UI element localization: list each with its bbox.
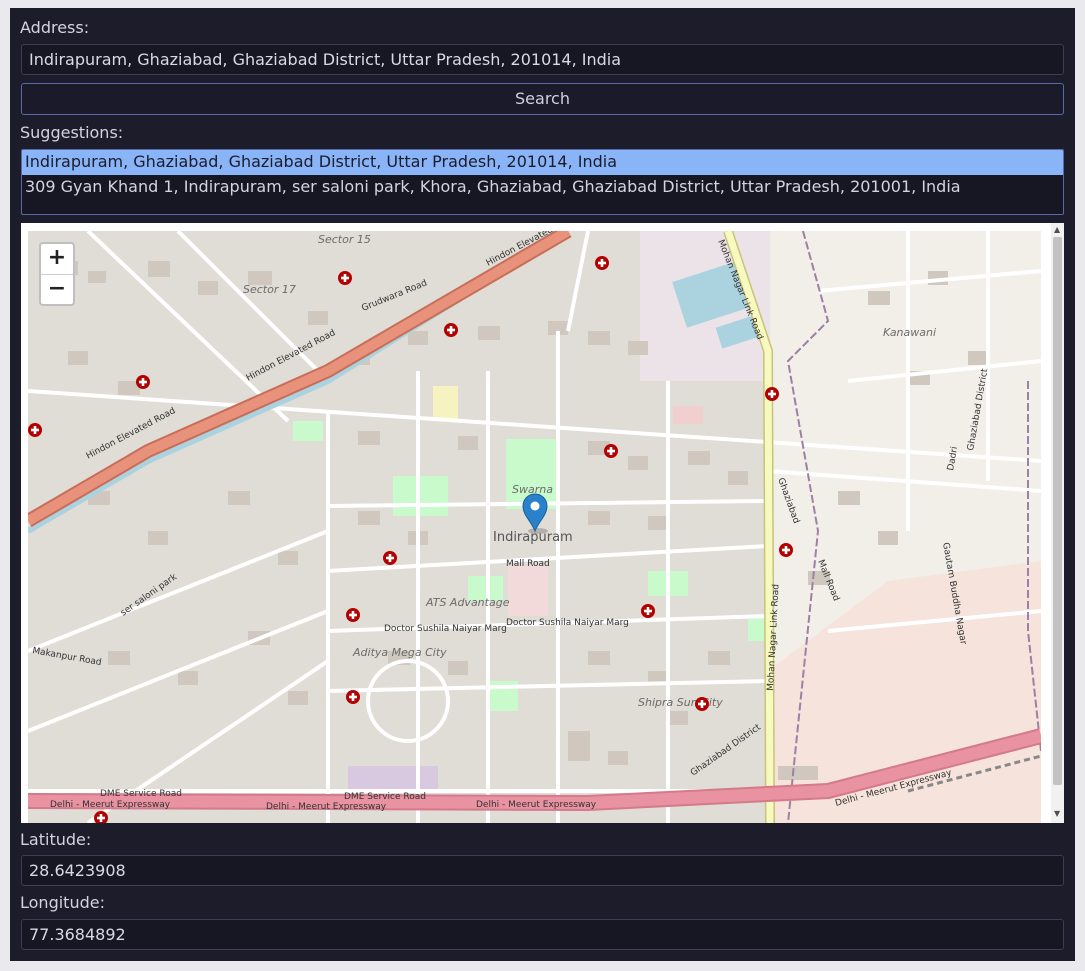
label-dme-service-road-2: DME Service Road	[344, 792, 426, 802]
label-expressway-1: Delhi - Meerut Expressway	[50, 800, 171, 810]
label-sector-15: Sector 15	[318, 233, 371, 246]
suggestion-option[interactable]: Indirapuram, Ghaziabad, Ghaziabad Distri…	[22, 150, 1063, 175]
hospital-cross-icon	[346, 608, 360, 622]
longitude-input[interactable]	[21, 919, 1064, 950]
latitude-input[interactable]	[21, 855, 1064, 886]
label-shipra-sun-city: Shipra Sun City	[638, 696, 723, 709]
hospital-cross-icon	[641, 604, 655, 618]
label-dme-service-road: DME Service Road	[100, 789, 182, 799]
scrollbar-thumb[interactable]	[1053, 237, 1062, 785]
search-button[interactable]: Search	[21, 83, 1064, 115]
hospital-cross-icon	[338, 271, 352, 285]
latitude-label: Latitude:	[20, 830, 92, 849]
map-scrollbar[interactable]: ▲ ▼	[1051, 223, 1064, 823]
hospital-cross-icon	[779, 543, 793, 557]
hospital-cross-icon	[604, 444, 618, 458]
address-label: Address:	[20, 18, 90, 37]
retail-area	[508, 566, 548, 616]
commercial-area	[348, 766, 438, 791]
zoom-in-button[interactable]: +	[41, 244, 73, 275]
hospital-cross-icon	[444, 323, 458, 337]
park-2	[293, 421, 323, 441]
label-expressway-2: Delhi - Meerut Expressway	[266, 802, 387, 812]
geocoder-panel: Address: Search Suggestions: Indirapuram…	[10, 8, 1075, 961]
hospital-cross-icon	[28, 423, 42, 437]
label-sushila-2: Doctor Sushila Naiyar Marg	[506, 618, 629, 628]
suggestions-label: Suggestions:	[20, 123, 124, 142]
school-area	[433, 386, 458, 421]
scroll-down-arrow-icon[interactable]: ▼	[1054, 809, 1060, 818]
zoom-control: + −	[39, 242, 75, 306]
label-mall-road: Mall Road	[506, 559, 550, 569]
label-ats-advantage: ATS Advantage	[425, 596, 510, 609]
hospital-cross-icon	[383, 551, 397, 565]
label-kanawani: Kanawani	[883, 326, 936, 339]
map-view[interactable]: Sector 15 Sector 17 Hindon Elevated Hind…	[21, 223, 1064, 823]
hospital-cross-icon	[765, 387, 779, 401]
zoom-out-button[interactable]: −	[41, 275, 73, 305]
label-expressway-3: Delhi - Meerut Expressway	[476, 800, 597, 810]
hospital-cross-icon	[595, 256, 609, 270]
suggestion-option[interactable]: 309 Gyan Khand 1, Indirapuram, ser salon…	[22, 175, 1063, 200]
address-input[interactable]	[21, 44, 1064, 75]
scroll-up-arrow-icon[interactable]: ▲	[1054, 225, 1060, 234]
longitude-label: Longitude:	[20, 893, 105, 912]
hospital-cross-icon	[136, 375, 150, 389]
park-1	[393, 476, 448, 516]
label-sushila-1: Doctor Sushila Naiyar Marg	[384, 624, 507, 634]
hospital-cross-icon	[346, 690, 360, 704]
suggestions-list[interactable]: Indirapuram, Ghaziabad, Ghaziabad Distri…	[21, 149, 1064, 215]
label-sector-17: Sector 17	[243, 283, 296, 296]
hospital-area	[673, 406, 703, 424]
label-aditya-mega-city: Aditya Mega City	[352, 646, 447, 659]
hospital-cross-icon	[695, 697, 709, 711]
map-tiles[interactable]: Sector 15 Sector 17 Hindon Elevated Hind…	[28, 231, 1041, 823]
